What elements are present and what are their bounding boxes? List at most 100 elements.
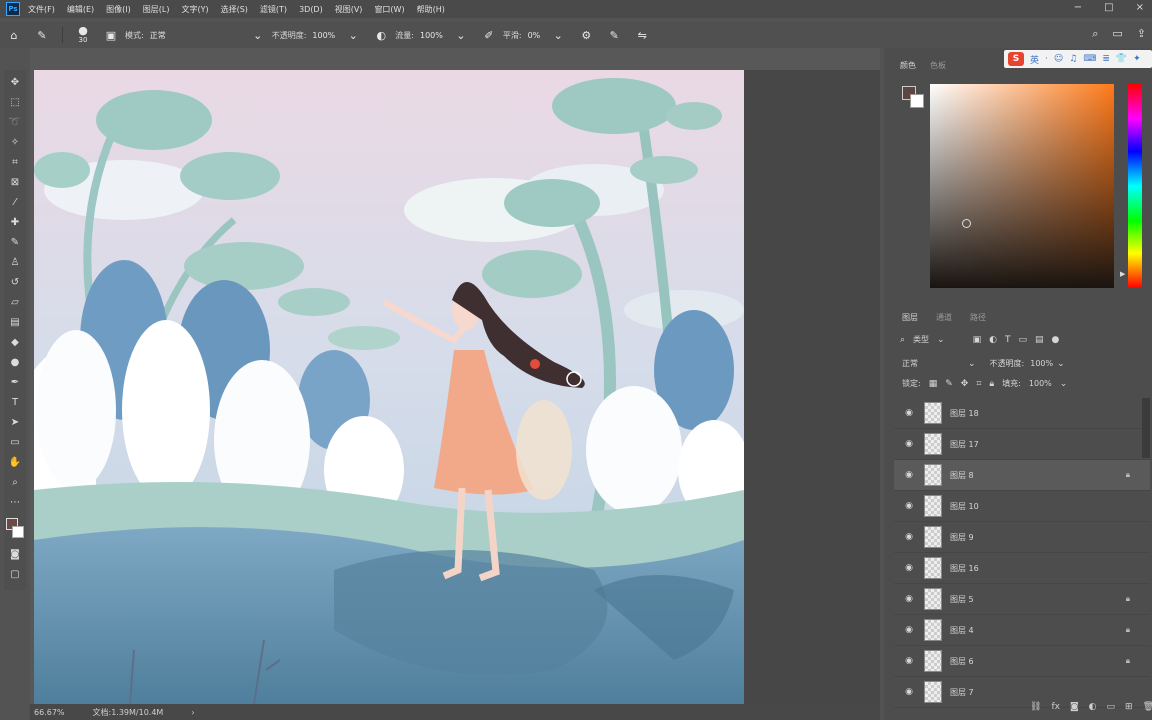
eye-icon[interactable]: ◉ bbox=[902, 439, 916, 449]
workspace-icon[interactable]: ▭ bbox=[1112, 27, 1122, 41]
menu-image[interactable]: 图像(I) bbox=[106, 4, 131, 15]
fill-input[interactable]: 100% bbox=[1029, 379, 1052, 388]
gradient-tool-icon[interactable]: ▤ bbox=[7, 314, 23, 330]
layer-row[interactable]: ◉ 图层 17 bbox=[894, 429, 1150, 460]
tab-layers[interactable]: 图层 bbox=[902, 312, 918, 323]
link-icon[interactable]: ⛓ bbox=[1030, 702, 1041, 712]
layer-row-selected[interactable]: ◉ 图层 8 🔒︎ bbox=[894, 460, 1150, 491]
menu-layer[interactable]: 图层(L) bbox=[143, 4, 170, 15]
layer-row[interactable]: ◉ 图层 4 🔒︎ bbox=[894, 615, 1150, 646]
menu-select[interactable]: 选择(S) bbox=[221, 4, 248, 15]
chevron-down-icon[interactable]: ⌄ bbox=[250, 27, 266, 43]
history-brush-tool-icon[interactable]: ↺ bbox=[7, 274, 23, 290]
lock-all-icon[interactable]: 🔒︎ bbox=[989, 379, 994, 389]
layer-name[interactable]: 图层 8 bbox=[950, 470, 974, 481]
pressure-opacity-icon[interactable]: ◐ bbox=[373, 27, 389, 43]
ime-keyboard-icon[interactable]: ⌨ bbox=[1083, 54, 1096, 64]
lock-artboard-icon[interactable]: ⌗ bbox=[976, 379, 981, 389]
layer-name[interactable]: 图层 16 bbox=[950, 563, 979, 574]
brush-tool-icon[interactable]: ✎ bbox=[34, 27, 50, 43]
frame-tool-icon[interactable]: ⊠ bbox=[7, 174, 23, 190]
filter-adjustment-icon[interactable]: ◐ bbox=[989, 335, 997, 345]
type-tool-icon[interactable]: T bbox=[7, 394, 23, 410]
background-color-swatch[interactable] bbox=[910, 94, 924, 108]
tab-swatches[interactable]: 色板 bbox=[930, 60, 946, 71]
layer-row[interactable]: ◉ 图层 9 bbox=[894, 522, 1150, 553]
layer-filter-select[interactable]: 类型 bbox=[913, 334, 929, 345]
quick-mask-icon[interactable]: ◙ bbox=[7, 546, 23, 562]
pressure-size-icon[interactable]: ✎ bbox=[606, 27, 622, 43]
color-picker-cursor[interactable] bbox=[962, 219, 971, 228]
smoothing-input[interactable]: 0% bbox=[528, 31, 541, 40]
layer-row[interactable]: ◉ 图层 6 🔒︎ bbox=[894, 646, 1150, 677]
share-icon[interactable]: ⇪ bbox=[1137, 27, 1146, 41]
minimize-button[interactable]: − bbox=[1074, 2, 1082, 13]
zoom-tool-icon[interactable]: ⌕ bbox=[7, 474, 23, 490]
eraser-tool-icon[interactable]: ▱ bbox=[7, 294, 23, 310]
search-icon[interactable]: ⌕ bbox=[1092, 27, 1098, 41]
ime-skin-icon[interactable]: 👕 bbox=[1116, 54, 1127, 64]
background-color-swatch[interactable] bbox=[12, 526, 24, 538]
chevron-down-icon[interactable]: ⌄ bbox=[1060, 379, 1068, 389]
eye-icon[interactable]: ◉ bbox=[902, 532, 916, 542]
blur-tool-icon[interactable]: ◆ bbox=[7, 334, 23, 350]
blend-mode-select[interactable]: 正常 bbox=[902, 358, 918, 369]
chevron-down-icon[interactable]: ⌄ bbox=[345, 27, 361, 43]
flow-input[interactable]: 100% bbox=[420, 31, 443, 40]
color-swatches[interactable] bbox=[6, 518, 24, 538]
clone-stamp-tool-icon[interactable]: ♙ bbox=[7, 254, 23, 270]
menu-window[interactable]: 窗口(W) bbox=[374, 4, 404, 15]
layer-name[interactable]: 图层 4 bbox=[950, 625, 974, 636]
trash-icon[interactable]: 🗑︎ bbox=[1143, 702, 1152, 712]
eye-icon[interactable]: ◉ bbox=[902, 470, 916, 480]
layer-name[interactable]: 图层 10 bbox=[950, 501, 979, 512]
gear-icon[interactable]: ⚙ bbox=[578, 27, 594, 43]
layer-opacity-input[interactable]: 100% bbox=[1030, 359, 1053, 368]
close-button[interactable]: × bbox=[1136, 2, 1144, 13]
layers-scrollbar[interactable] bbox=[1142, 398, 1150, 458]
brush-settings-icon[interactable]: ▣ bbox=[103, 27, 119, 43]
zoom-level[interactable]: 66.67% bbox=[34, 708, 65, 717]
lock-image-icon[interactable]: ✎ bbox=[945, 379, 953, 389]
layer-row[interactable]: ◉ 图层 5 🔒︎ bbox=[894, 584, 1150, 615]
layer-name[interactable]: 图层 6 bbox=[950, 656, 974, 667]
opacity-input[interactable]: 100% bbox=[312, 31, 335, 40]
ime-tools-icon[interactable]: ✦ bbox=[1133, 54, 1141, 64]
layer-name[interactable]: 图层 18 bbox=[950, 408, 979, 419]
filter-smart-object-icon[interactable]: ▤ bbox=[1035, 335, 1044, 345]
hand-tool-icon[interactable]: ✋ bbox=[7, 454, 23, 470]
lock-position-icon[interactable]: ✥ bbox=[961, 379, 969, 389]
layer-name[interactable]: 图层 7 bbox=[950, 687, 974, 698]
tab-channels[interactable]: 通道 bbox=[936, 312, 952, 323]
layer-name[interactable]: 图层 17 bbox=[950, 439, 979, 450]
tab-color[interactable]: 颜色 bbox=[900, 60, 916, 71]
hue-slider[interactable] bbox=[1128, 84, 1142, 288]
layer-row[interactable]: ◉ 图层 18 bbox=[894, 398, 1150, 429]
document-canvas[interactable] bbox=[34, 70, 744, 704]
symmetry-icon[interactable]: ⇋ bbox=[634, 27, 650, 43]
eye-icon[interactable]: ◉ bbox=[902, 687, 916, 697]
home-icon[interactable]: ⌂ bbox=[6, 27, 22, 43]
group-icon[interactable]: ▭ bbox=[1107, 702, 1116, 712]
layer-row[interactable]: ◉ 图层 16 bbox=[894, 553, 1150, 584]
dodge-tool-icon[interactable]: ● bbox=[7, 354, 23, 370]
hue-slider-handle-icon[interactable]: ▶ bbox=[1120, 270, 1125, 278]
color-picker-field[interactable] bbox=[930, 84, 1114, 288]
chevron-down-icon[interactable]: ⌄ bbox=[968, 359, 976, 369]
layer-name[interactable]: 图层 9 bbox=[950, 532, 974, 543]
filter-shape-icon[interactable]: ▭ bbox=[1018, 335, 1027, 345]
eye-icon[interactable]: ◉ bbox=[902, 594, 916, 604]
chevron-down-icon[interactable]: ⌄ bbox=[937, 335, 945, 345]
chevron-down-icon[interactable]: ⌄ bbox=[453, 27, 469, 43]
move-tool-icon[interactable]: ✥ bbox=[7, 74, 23, 90]
screen-mode-icon[interactable]: ▢ bbox=[7, 566, 23, 582]
filter-type-icon[interactable]: T bbox=[1005, 335, 1011, 345]
brush-preset-picker[interactable]: ● 30 bbox=[75, 25, 91, 44]
airbrush-icon[interactable]: ✐ bbox=[481, 27, 497, 43]
ime-language-toggle[interactable]: 英 bbox=[1030, 53, 1039, 66]
brush-tool-icon[interactable]: ✎ bbox=[7, 234, 23, 250]
eye-icon[interactable]: ◉ bbox=[902, 625, 916, 635]
menu-3d[interactable]: 3D(D) bbox=[299, 5, 323, 14]
lasso-tool-icon[interactable]: ➰ bbox=[7, 114, 23, 130]
ime-voice-icon[interactable]: ♫ bbox=[1069, 54, 1077, 64]
